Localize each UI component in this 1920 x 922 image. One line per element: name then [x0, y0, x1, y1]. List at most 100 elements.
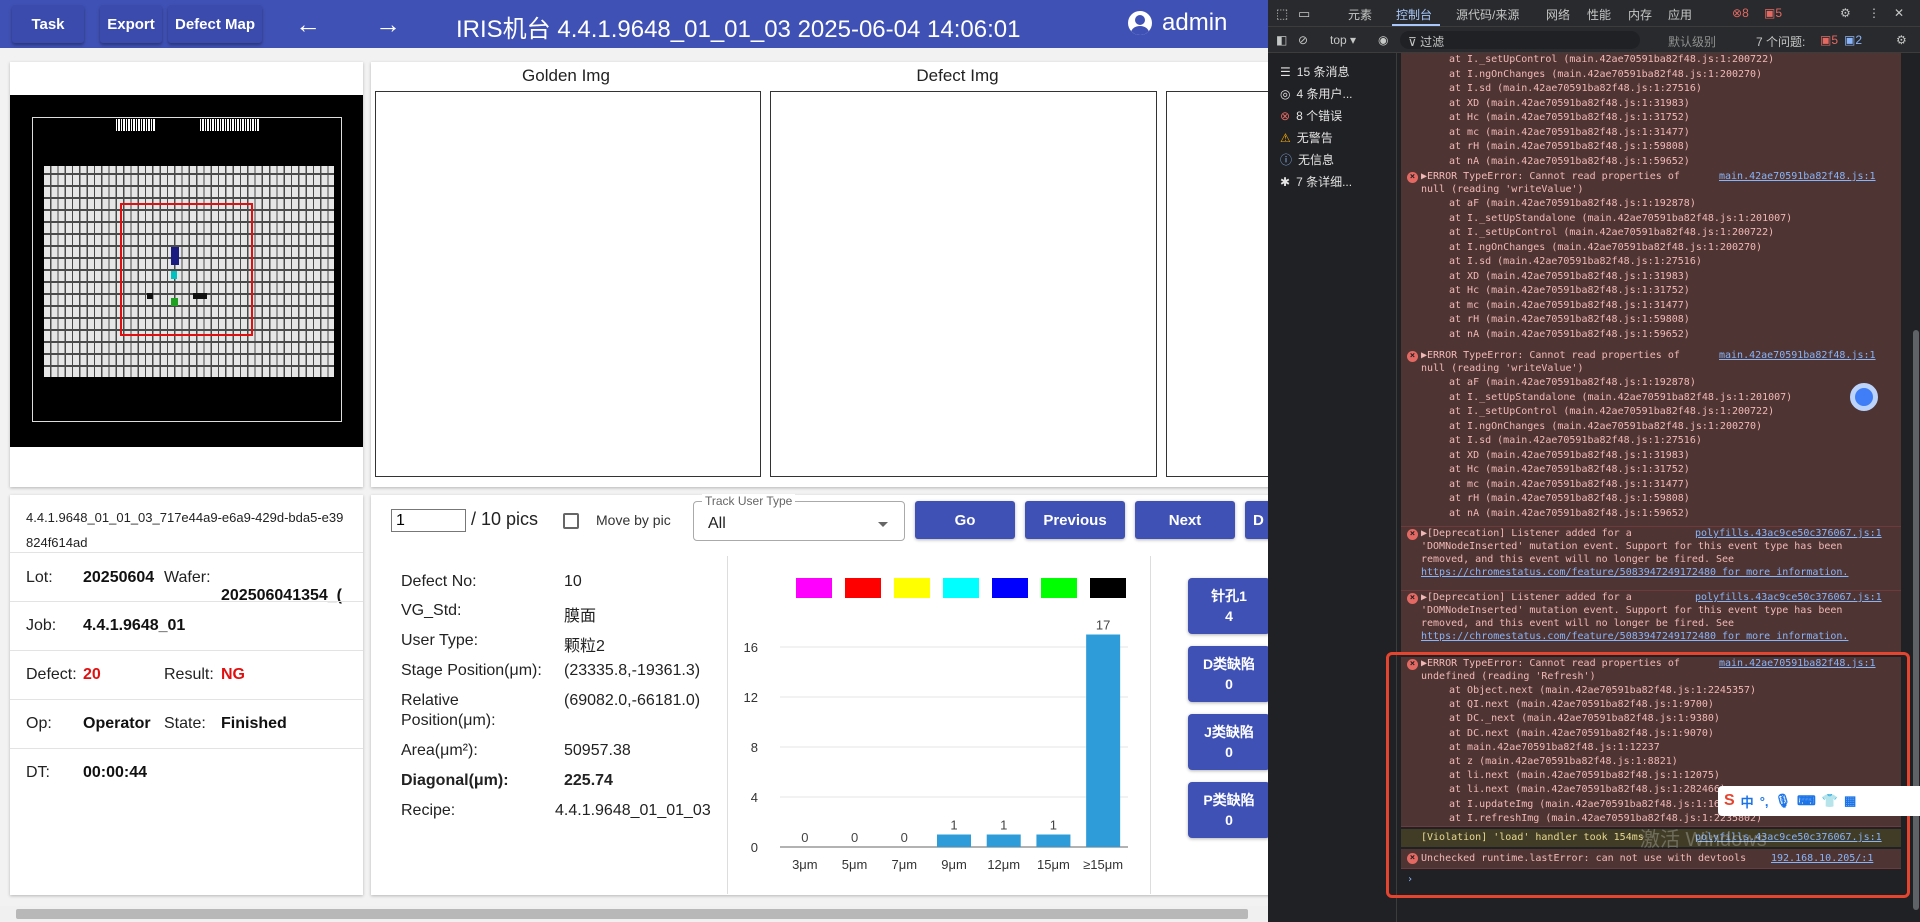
devtools-tabbar: ⬚ ▭ 元素 控制台 源代码/来源 网络 性能 内存 应用 ⊗8 ▣5 ⚙ ⋮ …	[1268, 0, 1920, 27]
log-levels-select[interactable]: 默认级别	[1668, 33, 1716, 50]
bar-value-label: 1	[1000, 818, 1007, 833]
bar	[1036, 834, 1071, 847]
filter-text: 过滤	[1420, 35, 1445, 49]
sidebar-item-errors[interactable]: ⊗ 8 个错误	[1280, 107, 1342, 124]
wafer-map[interactable]	[10, 95, 363, 447]
export-button[interactable]: Export	[100, 5, 162, 43]
sidebar-item-warnings[interactable]: ⚠ 无警告	[1280, 129, 1333, 146]
job-value: 4.4.1.9648_01	[83, 617, 186, 634]
next-button[interactable]: Next	[1135, 501, 1235, 539]
class-button[interactable]: P类缺陷 0	[1188, 782, 1268, 838]
source-link[interactable]: polyfills.43ac9ce50c376067.js:1	[1695, 591, 1882, 606]
issues-info-badge[interactable]: ▣2	[1844, 33, 1862, 47]
tab-performance[interactable]: 性能	[1587, 6, 1611, 23]
go-button[interactable]: Go	[915, 501, 1015, 539]
source-link[interactable]: polyfills.43ac9ce50c376067.js:1	[1695, 527, 1882, 542]
defect-no-value: 10	[564, 573, 582, 590]
stack-frame: at aF (main.42ae70591ba82f48.js:1:192878…	[1449, 377, 1696, 388]
sidebar-item-verbose[interactable]: ✱ 7 条详细...	[1280, 173, 1352, 190]
stage-position-value: (23335.8,-19361.3)	[564, 662, 701, 679]
tab-sources[interactable]: 源代码/来源	[1456, 6, 1519, 23]
area-value: 50957.38	[564, 742, 631, 759]
sidebar-toggle-icon[interactable]: ◧	[1276, 33, 1287, 47]
sidebar-item-messages[interactable]: ☰ 15 条消息	[1280, 63, 1349, 80]
x-tick-label: 12μm	[987, 857, 1020, 872]
console-scrollbar[interactable]	[1913, 330, 1919, 910]
source-link[interactable]: main.42ae70591ba82f48.js:1	[1719, 349, 1876, 364]
dt-value: 00:00:44	[83, 764, 148, 781]
issues-error-badge[interactable]: ▣5	[1820, 33, 1838, 47]
issues-label[interactable]: 7 个问题:	[1756, 33, 1805, 50]
defect-image	[770, 91, 1157, 477]
class-button[interactable]: D类缺陷 0	[1188, 646, 1268, 702]
stack-frame: at I._setUpStandalone (main.42ae70591ba8…	[1449, 391, 1793, 403]
console-error-entry[interactable]: × ▶ERROR TypeError: Cannot read propertie…	[1401, 170, 1901, 350]
eye-icon[interactable]: ◉	[1378, 33, 1388, 47]
lot-row: Lot: 20250604 Wafer: 202506041354_(	[26, 569, 342, 604]
deprecation-message[interactable]: https://chromestatus.com/feature/5083947…	[1421, 630, 1848, 645]
stack-frame: at mc (main.42ae70591ba82f48.js:1:31477)	[1449, 478, 1690, 490]
tab-memory[interactable]: 内存	[1628, 6, 1652, 23]
op-label: Op:	[26, 715, 52, 732]
context-select[interactable]: top ▾	[1330, 33, 1356, 47]
warning-count-badge[interactable]: ▣5	[1764, 6, 1782, 20]
sidebar-item-label: 无信息	[1298, 153, 1335, 167]
punctuation-icon: °,	[1759, 793, 1769, 809]
sidebar-item-user-messages[interactable]: ◎ 4 条用户...	[1280, 85, 1353, 102]
ime-toolbar[interactable]: S 中 °, 🎙 ⌨ 👕 ▦	[1718, 786, 1920, 816]
tab-application[interactable]: 应用	[1668, 6, 1692, 23]
sidebar-item-label: 7 条详细...	[1296, 175, 1353, 189]
horizontal-scrollbar-thumb[interactable]	[16, 909, 1248, 919]
device-toggle-icon[interactable]: ▭	[1298, 6, 1310, 22]
clear-console-icon[interactable]: ⊘	[1298, 33, 1308, 47]
tab-elements[interactable]: 元素	[1348, 6, 1372, 23]
app-area: Task Export Defect Map ← → IRIS机台 4.4.1.…	[0, 0, 1268, 922]
stack-frame: at I.ngOnChanges (main.42ae70591ba82f48.…	[1449, 241, 1763, 253]
stack-frame: at rH (main.42ae70591ba82f48.js:1:59808)	[1449, 493, 1690, 504]
page-number-input[interactable]	[391, 509, 466, 532]
bar-value-label: 17	[1096, 618, 1110, 633]
info-icon: ⓘ	[1280, 153, 1293, 167]
sidebar-item-label: 8 个错误	[1296, 109, 1343, 123]
console-deprecation-entry[interactable]: × ▶[Deprecation] Listener added for a 'DOM…	[1401, 591, 1901, 655]
settings-gear-icon[interactable]: ⚙	[1840, 6, 1851, 20]
floating-assistant-icon[interactable]	[1850, 383, 1878, 411]
defect-no-label: Defect No:	[401, 573, 477, 590]
stack-frame: at Hc (main.42ae70591ba82f48.js:1:31752)	[1449, 112, 1690, 123]
golden-img-title: Golden Img	[522, 66, 610, 85]
user-menu[interactable]: admin	[1128, 9, 1227, 37]
close-icon[interactable]: ✕	[1894, 6, 1904, 20]
console-deprecation-entry[interactable]: × ▶[Deprecation] Listener added for a 'DOM…	[1401, 527, 1901, 591]
task-button[interactable]: Task	[12, 5, 84, 43]
error-count-badge[interactable]: ⊗8	[1732, 6, 1749, 20]
defect-map-button[interactable]: Defect Map	[168, 5, 262, 43]
diagonal-label: Diagonal(μm):	[401, 772, 509, 789]
tab-console[interactable]: 控制台	[1396, 6, 1432, 23]
previous-button[interactable]: Previous	[1025, 501, 1125, 539]
console-settings-icon[interactable]: ⚙	[1896, 33, 1907, 47]
tab-network[interactable]: 网络	[1546, 6, 1570, 23]
defect-label: Defect:	[26, 666, 77, 683]
divider	[10, 601, 363, 602]
stack-frame: at XD (main.42ae70591ba82f48.js:1:31983)	[1449, 97, 1690, 109]
stack-frame: at I._setUpStandalone (main.42ae70591ba8…	[1449, 212, 1793, 224]
console-error-entry[interactable]: × ▶ERROR TypeError: Cannot read propertie…	[1401, 349, 1901, 527]
stack-frame: at rH (main.42ae70591ba82f48.js:1:59808)	[1449, 141, 1690, 152]
deprecation-message[interactable]: https://chromestatus.com/feature/5083947…	[1421, 566, 1848, 581]
class-button[interactable]: J类缺陷 0	[1188, 714, 1268, 770]
op-value: Operator	[83, 715, 151, 732]
bar	[1086, 634, 1121, 847]
class-button[interactable]: 针孔1 4	[1188, 578, 1268, 634]
back-arrow-icon[interactable]: ←	[292, 8, 324, 40]
more-options-icon[interactable]: ⋮	[1868, 6, 1880, 20]
more-button[interactable]: D	[1245, 501, 1268, 539]
sidebar-item-info[interactable]: ⓘ 无信息	[1280, 151, 1334, 168]
op-row: Op: Operator State: Finished	[26, 715, 287, 733]
source-link[interactable]: main.42ae70591ba82f48.js:1	[1719, 170, 1876, 185]
move-by-pic-checkbox[interactable]	[563, 513, 579, 529]
chart-divider	[1150, 556, 1151, 894]
stack-frame: at aF (main.42ae70591ba82f48.js:1:192878…	[1449, 198, 1696, 209]
inspect-icon[interactable]: ⬚	[1276, 6, 1288, 22]
forward-arrow-icon[interactable]: →	[372, 8, 404, 40]
user-icon: ◎	[1280, 86, 1291, 101]
